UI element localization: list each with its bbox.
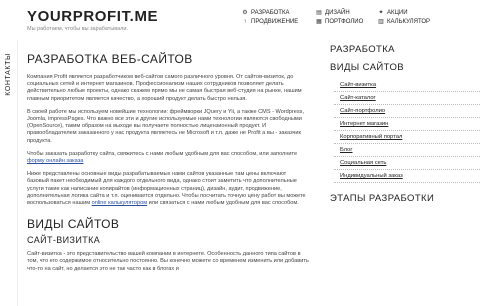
sidebar-item-social-network[interactable]: Социальная сеть xyxy=(334,157,480,170)
sidebar-item-online-store[interactable]: Интернет магазин xyxy=(334,118,480,131)
sidebar-item-blog[interactable]: Блог xyxy=(334,144,480,157)
nav-label: КАЛЬКУЛЯТОР xyxy=(387,19,431,25)
business-card-heading: САЙТ-ВИЗИТКА xyxy=(27,235,101,246)
nav-item-promotion[interactable]: ↑ ПРОДВИЖЕНИЕ xyxy=(242,18,299,27)
nav-label: ПРОДВИЖЕНИЕ xyxy=(251,19,299,25)
contacts-tab-label: КОНТАКТЫ xyxy=(4,53,12,96)
sidebar: РАЗРАБОТКА ВИДЫ САЙТОВ Сайт-визитка Сайт… xyxy=(330,44,480,204)
nav-column-2: ▤ ДИЗАЙН ▦ ПОРТФОЛИО xyxy=(316,9,363,27)
sidebar-item-portfolio[interactable]: Сайт-портфолио xyxy=(334,105,480,118)
nav-label: АКЦИИ xyxy=(387,10,408,16)
nav-label: ДИЗАЙН xyxy=(325,10,350,16)
sidebar-title-site-types[interactable]: ВИДЫ САЙТОВ xyxy=(330,62,480,73)
order-paragraph: Чтобы заказать разработку сайта, свяжите… xyxy=(27,151,309,165)
business-card-paragraph: Сайт-визитка - это представительство ваш… xyxy=(27,251,309,272)
page-title: РАЗРАБОТКА ВЕБ-САЙТОВ xyxy=(27,52,193,66)
nav-column-1: ⚙ РАЗРАБОТКА ↑ ПРОДВИЖЕНИЕ xyxy=(242,9,298,27)
sidebar-item-corporate-portal[interactable]: Корпоративный портал xyxy=(334,131,480,144)
intro-paragraph: Компания Profit является разработчиком в… xyxy=(27,74,302,102)
site-logo[interactable]: YOURPROFIT.ME xyxy=(27,8,158,25)
nav-item-design[interactable]: ▤ ДИЗАЙН xyxy=(316,9,363,18)
nav-item-development[interactable]: ⚙ РАЗРАБОТКА xyxy=(242,9,298,18)
calculator-link[interactable]: online калькулятором xyxy=(92,200,148,206)
sidebar-item-custom-order[interactable]: Индивидуальный заказ xyxy=(334,170,480,183)
nav-item-promotions[interactable]: ✦ АКЦИИ xyxy=(378,9,430,18)
sidebar-item-business-card[interactable]: Сайт-визитка xyxy=(334,79,480,92)
sidebar-title-development[interactable]: РАЗРАБОТКА xyxy=(330,44,480,55)
portfolio-icon: ▦ xyxy=(316,19,322,25)
tag-icon: ✦ xyxy=(378,10,384,16)
nav-label: РАЗРАБОТКА xyxy=(251,10,290,16)
site-types-list: Сайт-визитка Сайт-каталог Сайт-портфолио… xyxy=(330,79,480,183)
gear-icon: ⚙ xyxy=(242,10,248,16)
left-divider xyxy=(17,40,18,306)
order-form-link[interactable]: форму онлайн заказа xyxy=(27,158,83,164)
sidebar-title-stages[interactable]: ЭТАПЫ РАЗРАБОТКИ xyxy=(330,193,480,204)
header: YOURPROFIT.ME Мы работаем, чтобы вы зара… xyxy=(0,0,489,38)
pricing-paragraph: Ниже представлены основные виды разрабат… xyxy=(27,171,309,207)
nav-item-portfolio[interactable]: ▦ ПОРТФОЛИО xyxy=(316,18,363,27)
technology-paragraph: В своей работе мы используем новейшие те… xyxy=(27,108,305,144)
calculator-icon: ▥ xyxy=(378,19,384,25)
nav-column-3: ✦ АКЦИИ ▥ КАЛЬКУЛЯТОР xyxy=(378,9,430,27)
order-text: Чтобы заказать разработку сайта, свяжите… xyxy=(27,150,298,157)
site-types-heading: ВИДЫ САЙТОВ xyxy=(27,217,120,232)
sidebar-item-catalog[interactable]: Сайт-каталог xyxy=(334,92,480,105)
arrow-up-icon: ↑ xyxy=(243,19,247,25)
pricing-tail: или связаться с нами любым удобным для в… xyxy=(147,200,299,207)
contacts-side-tab[interactable]: КОНТАКТЫ xyxy=(3,53,15,100)
nav-label: ПОРТФОЛИО xyxy=(325,19,364,25)
design-icon: ▤ xyxy=(316,10,322,16)
site-tagline: Мы работаем, чтобы вы зарабатывали. xyxy=(27,26,128,32)
main-content: РАЗРАБОТКА ВЕБ-САЙТОВ Компания Profit яв… xyxy=(27,52,309,279)
nav-item-calculator[interactable]: ▥ КАЛЬКУЛЯТОР xyxy=(378,18,430,27)
